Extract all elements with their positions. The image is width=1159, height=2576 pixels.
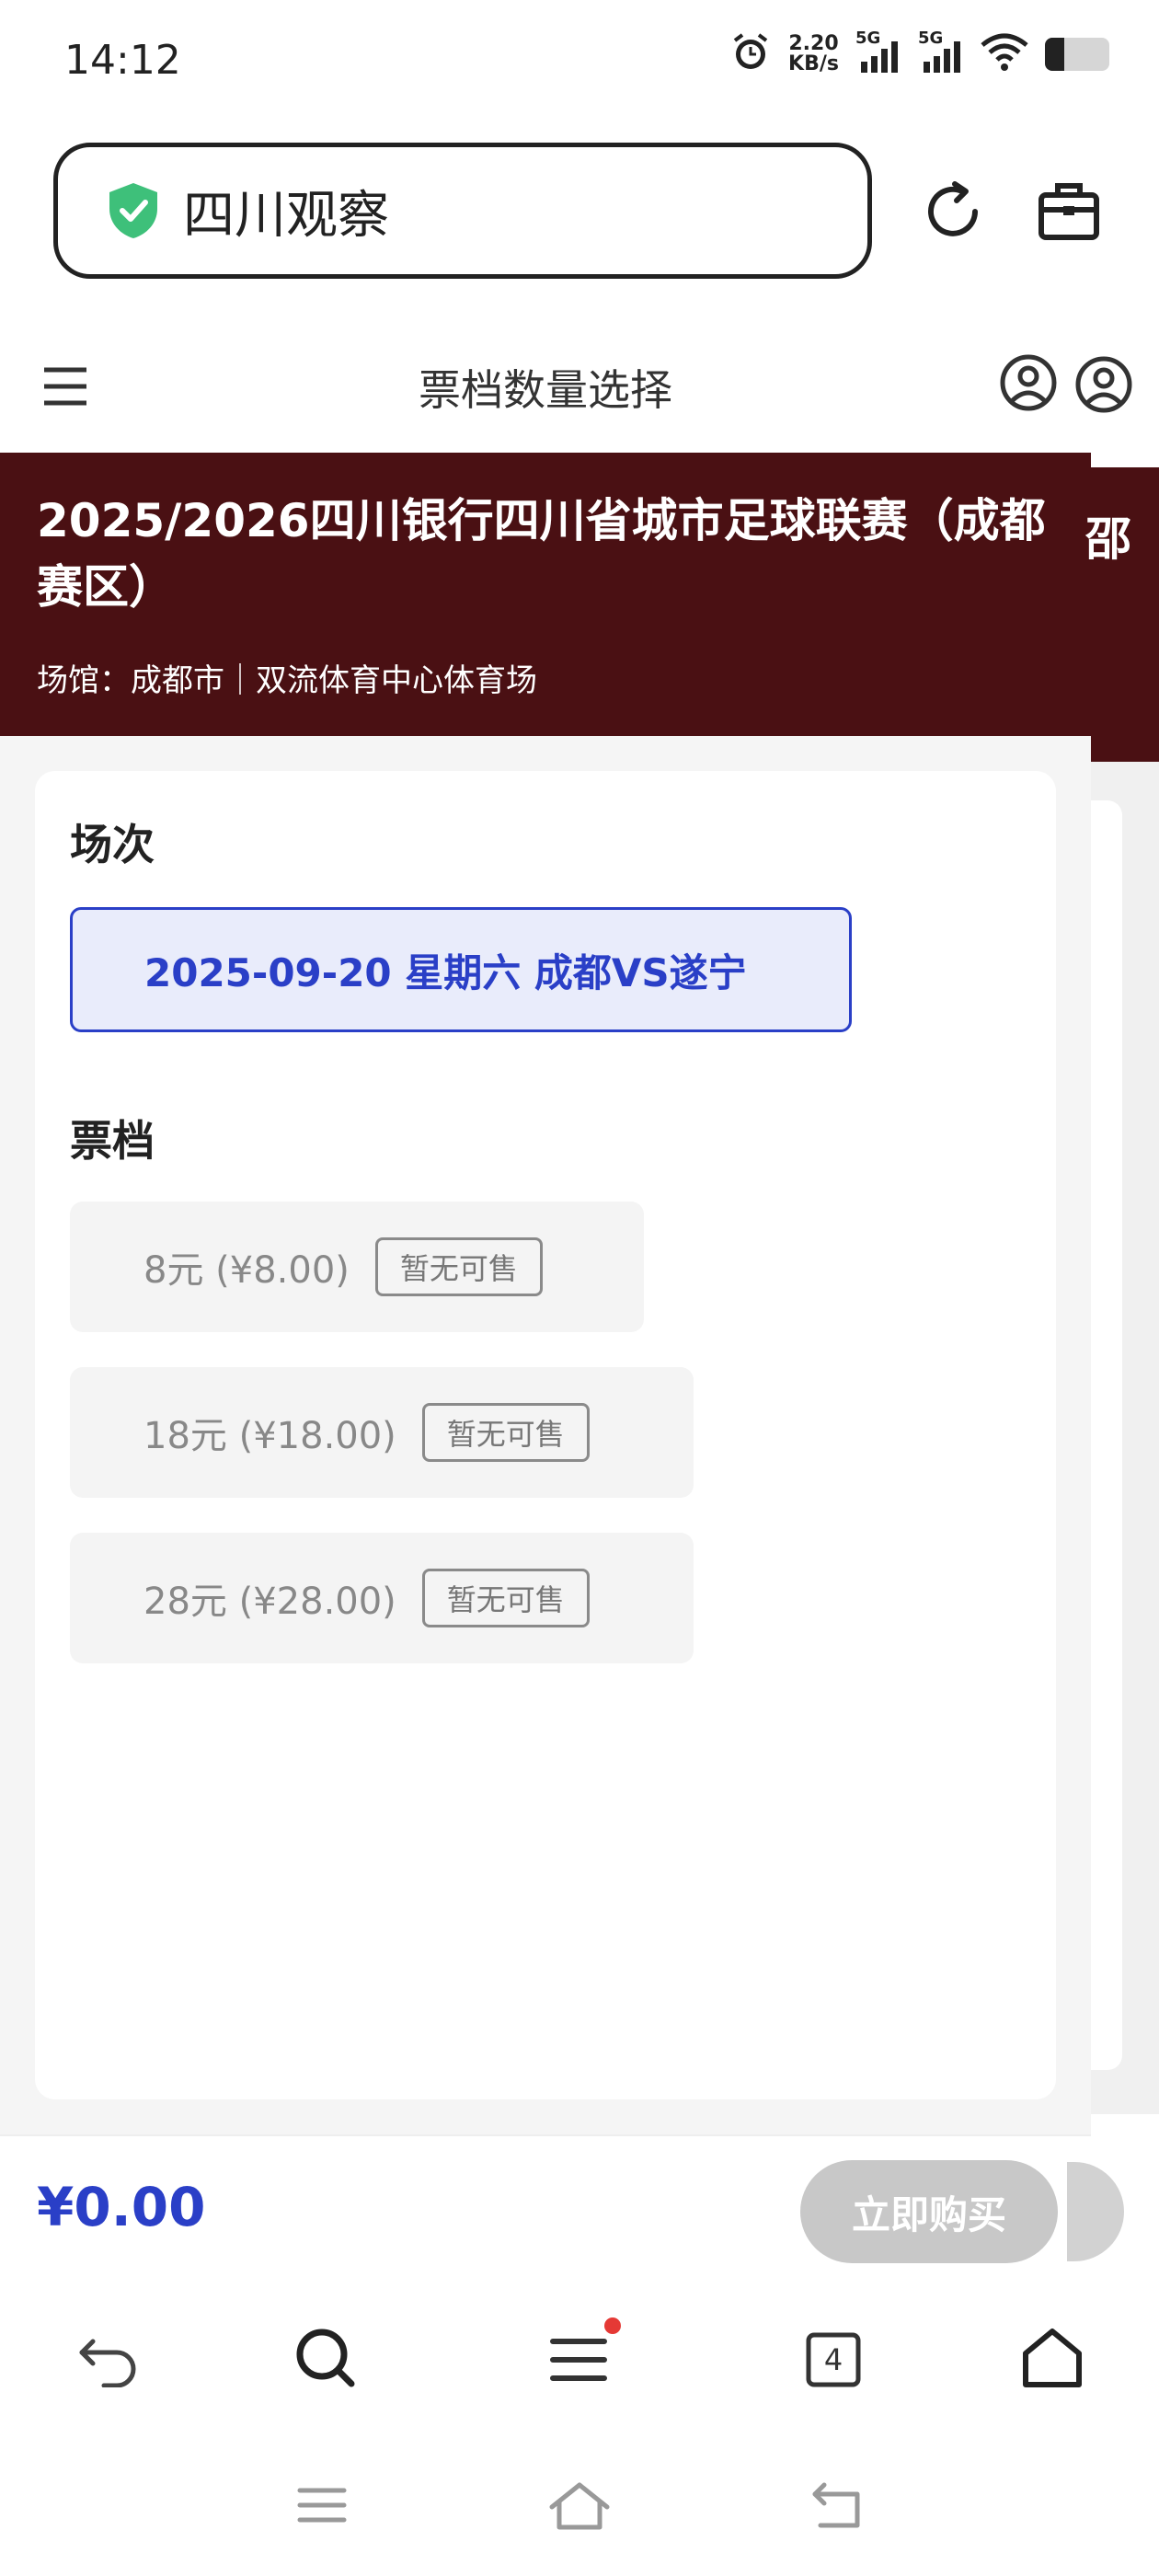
system-home-button[interactable] bbox=[543, 2475, 616, 2539]
tier-option[interactable]: 28元 (¥28.00) 暂无可售 bbox=[70, 1533, 694, 1663]
back-button[interactable] bbox=[72, 2323, 145, 2397]
net-speed-unit: KB/s bbox=[788, 52, 839, 75]
address-bar[interactable]: 四川观察 bbox=[53, 143, 872, 279]
menu-icon bbox=[547, 2317, 621, 2387]
system-back-button[interactable] bbox=[800, 2475, 874, 2539]
page-title: 票档数量选择 bbox=[419, 365, 672, 415]
status-time: 14:12 bbox=[64, 37, 181, 84]
tier-status-badge: 暂无可售 bbox=[374, 1237, 543, 1296]
account-button[interactable] bbox=[999, 353, 1058, 416]
net-speed-value: 2.20 bbox=[788, 32, 839, 55]
user-circle-icon bbox=[1074, 356, 1133, 414]
tier-status-badge: 暂无可售 bbox=[421, 1403, 590, 1462]
session-option-label: 2025-09-20 星期六 成都VS遂宁 bbox=[144, 949, 747, 995]
event-title: 2025/2026四川银行四川省城市足球联赛（成都赛区） bbox=[37, 494, 1046, 614]
site-title: 四川观察 bbox=[183, 185, 389, 246]
tier-option[interactable]: 18元 (¥18.00) 暂无可售 bbox=[70, 1367, 694, 1498]
user-circle-icon bbox=[999, 354, 1058, 416]
menu-button[interactable] bbox=[543, 2317, 621, 2397]
tier-option[interactable]: 8元 (¥8.00) 暂无可售 bbox=[70, 1202, 644, 1332]
status-icons: 2.20 KB/s 5G 5G bbox=[729, 29, 1109, 77]
home-outline-icon bbox=[546, 2479, 613, 2535]
session-option[interactable]: 2025-09-20 星期六 成都VS遂宁 bbox=[70, 907, 852, 1032]
buy-now-label: 立即购买 bbox=[851, 2191, 1006, 2237]
back-arrow-icon bbox=[76, 2329, 141, 2391]
refresh-button[interactable] bbox=[916, 177, 990, 250]
alarm-icon bbox=[729, 31, 772, 77]
briefcase-icon bbox=[1036, 178, 1102, 248]
next-page-buy-peek bbox=[1067, 2162, 1124, 2261]
battery-icon bbox=[1045, 38, 1109, 71]
tier-label: 票档 bbox=[70, 1116, 155, 1166]
search-icon bbox=[294, 2327, 357, 2393]
tier-name: 18元 (¥18.00) bbox=[143, 1415, 396, 1457]
recents-lines-icon bbox=[294, 2483, 350, 2531]
refresh-icon bbox=[920, 178, 986, 248]
back-return-icon bbox=[808, 2479, 866, 2535]
signal-sim2-icon: 5G bbox=[918, 29, 964, 75]
system-recents-button[interactable] bbox=[285, 2475, 359, 2539]
tier-name: 8元 (¥8.00) bbox=[143, 1249, 350, 1292]
net-speed: 2.20 KB/s bbox=[788, 34, 839, 75]
search-button[interactable] bbox=[289, 2323, 362, 2397]
buy-now-button[interactable]: 立即购买 bbox=[800, 2160, 1058, 2263]
notification-dot bbox=[604, 2317, 621, 2334]
toolbox-button[interactable] bbox=[1032, 177, 1106, 250]
session-label: 场次 bbox=[70, 820, 155, 869]
wifi-icon bbox=[981, 32, 1028, 76]
next-page-account-peek bbox=[1074, 355, 1159, 414]
tier-status-badge: 暂无可售 bbox=[421, 1569, 590, 1627]
home-icon bbox=[1020, 2328, 1084, 2392]
total-price: ¥0.00 bbox=[37, 2176, 206, 2238]
tabs-icon: 4 bbox=[805, 2331, 862, 2388]
banner-peek-text: 邵 bbox=[1085, 512, 1131, 566]
shield-check-icon bbox=[106, 181, 161, 240]
tier-name: 28元 (¥28.00) bbox=[143, 1581, 396, 1623]
signal-sim1-icon: 5G bbox=[855, 29, 901, 75]
next-page-card-peek bbox=[1091, 800, 1122, 2070]
event-venue: 场馆：成都市｜双流体育中心体育场 bbox=[37, 662, 537, 699]
home-button[interactable] bbox=[1016, 2323, 1089, 2397]
next-page-banner-peek: 邵 bbox=[1085, 467, 1159, 762]
tabs-count: 4 bbox=[823, 2342, 843, 2377]
tabs-button[interactable]: 4 bbox=[797, 2323, 870, 2397]
